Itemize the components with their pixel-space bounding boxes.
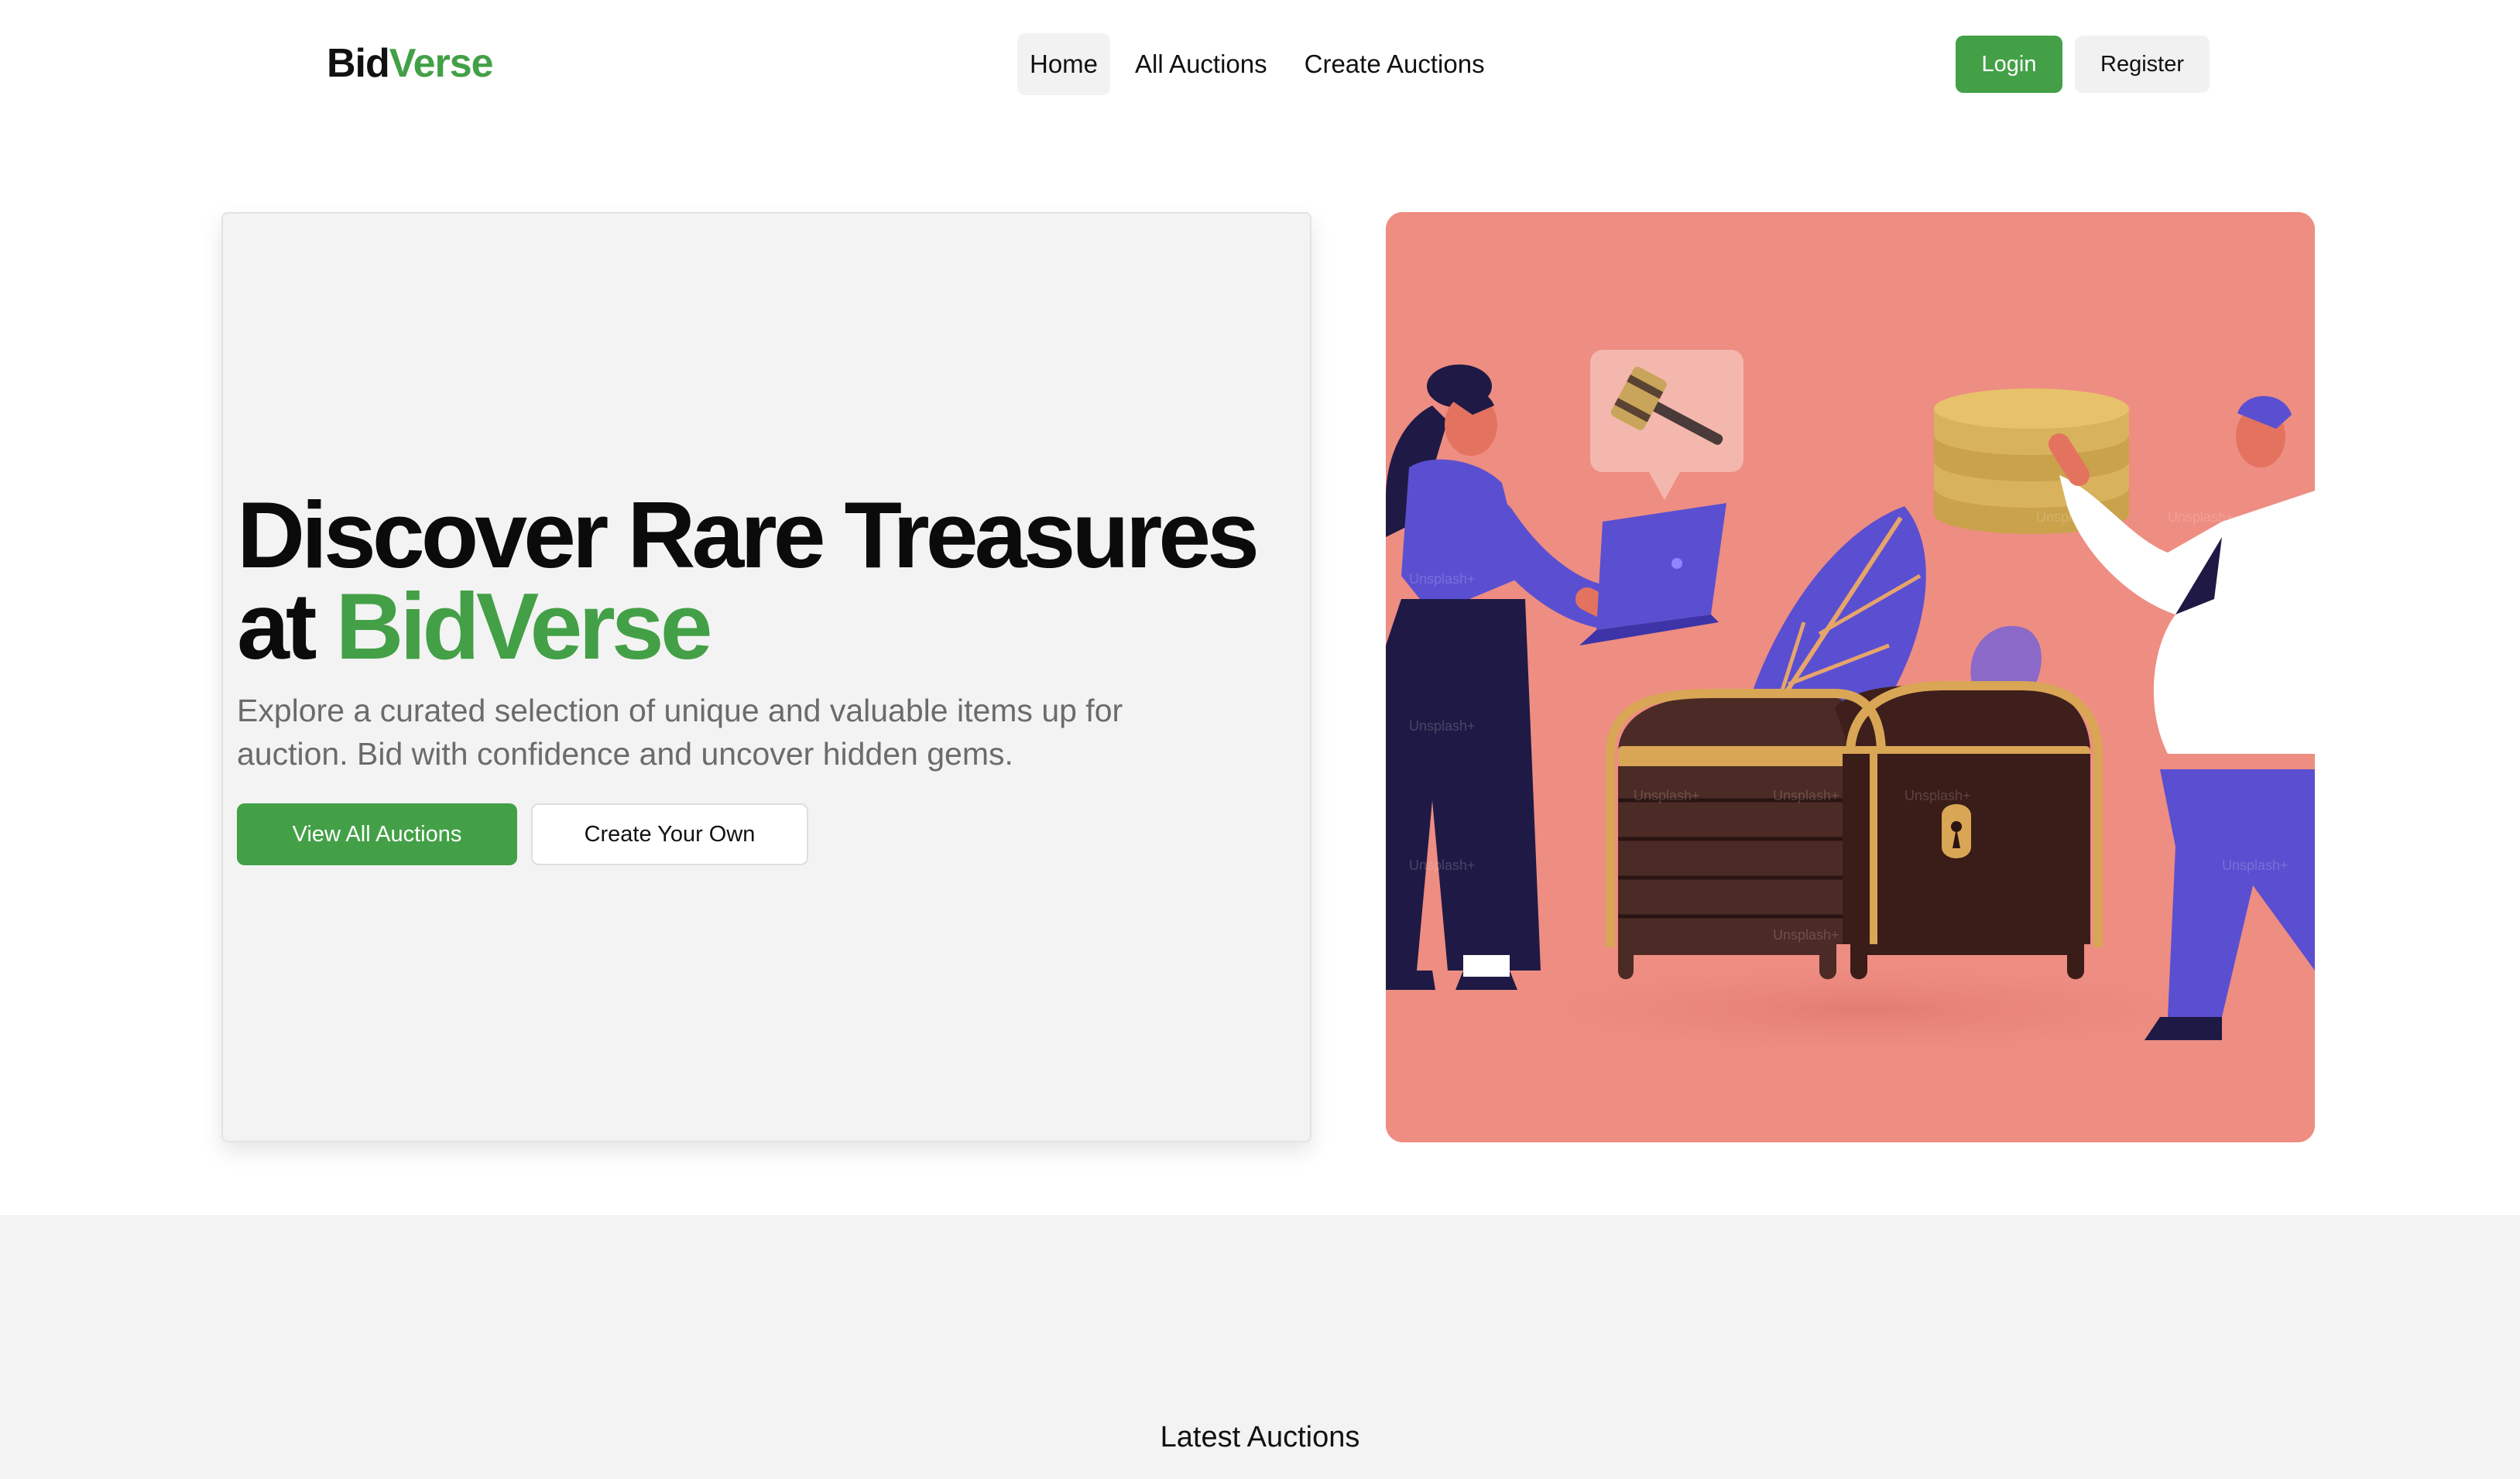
watermark-text: Unsplash+ [1409, 718, 1476, 734]
brand-logo-part2: Verse [389, 41, 494, 86]
brand-logo[interactable]: Bid Verse [327, 40, 494, 87]
watermark-text: Unsplash+ [1409, 571, 1476, 587]
latest-auctions-title: Latest Auctions [1160, 1421, 1360, 1453]
login-button[interactable]: Login [1956, 36, 2062, 93]
hero-title-line1: Discover Rare Treasures [237, 482, 1260, 587]
hero-subtitle: Explore a curated selection of unique an… [237, 693, 1123, 772]
watermark-text: Unsplash+ [2222, 858, 2289, 873]
nav-create-auctions[interactable]: Create Auctions [1292, 33, 1497, 95]
hero-title-line2-prefix: at [237, 573, 336, 679]
hero-title: Discover Rare Treasures at BidVerse [237, 488, 1290, 673]
hero-illustration: Unsplash+ Unsplash+ Unsplash+ Unsplash+ … [1386, 212, 2315, 1142]
main-nav: Home All Auctions Create Auctions [1017, 33, 1497, 95]
watermark-text: Unsplash+ [1634, 788, 1700, 803]
hero-content: Discover Rare Treasures at BidVerse Expl… [237, 488, 1290, 865]
brand-logo-part1: Bid [327, 41, 390, 86]
latest-auctions-section: Latest Auctions [0, 1215, 2520, 1479]
auction-illustration: Unsplash+ Unsplash+ Unsplash+ Unsplash+ … [1386, 212, 2315, 1142]
treasure-chest [1606, 681, 2103, 980]
hero-title-brand: BidVerse [335, 573, 712, 679]
create-your-own-button[interactable]: Create Your Own [531, 803, 808, 865]
watermark-text: Unsplash+ [1773, 927, 1839, 943]
site-header: Bid Verse Home All Auctions Create Auctio… [0, 0, 2520, 128]
register-button[interactable]: Register [2075, 36, 2210, 93]
view-all-auctions-button[interactable]: View All Auctions [237, 803, 517, 865]
watermark-text: Unsplash+ [2036, 509, 2103, 525]
nav-all-auctions[interactable]: All Auctions [1123, 33, 1280, 95]
hero-card: Discover Rare Treasures at BidVerse Expl… [221, 212, 1311, 1142]
watermark-text: Unsplash+ [1773, 788, 1839, 803]
watermark-text: Unsplash+ [2175, 649, 2242, 664]
hero-actions: View All Auctions Create Your Own [237, 803, 1290, 865]
auth-actions: Login Register [1956, 36, 2210, 93]
watermark-text: Unsplash+ [1905, 788, 1971, 803]
watermark-text: Unsplash+ [2168, 509, 2234, 525]
nav-home[interactable]: Home [1017, 33, 1111, 95]
watermark-text: Unsplash+ [1409, 858, 1476, 873]
